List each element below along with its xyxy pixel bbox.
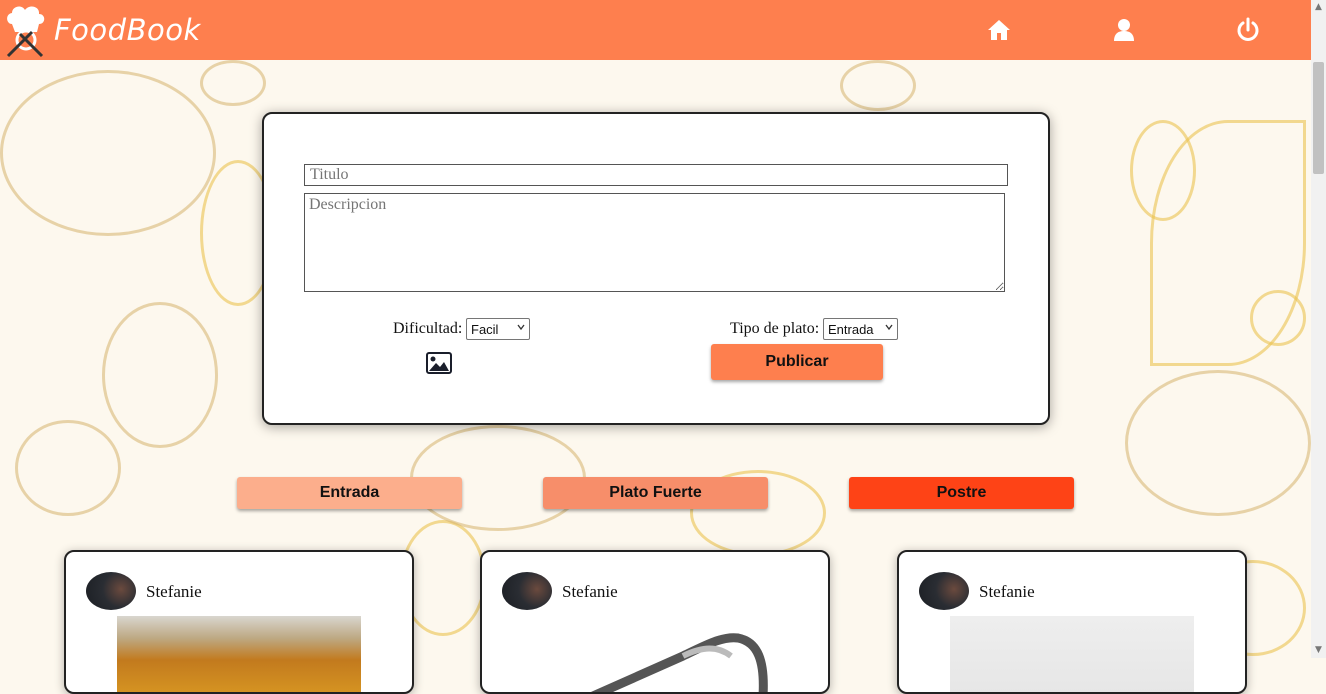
new-post-form: Dificultad: Facil Tipo de plato: Entrada…	[262, 112, 1050, 425]
avatar[interactable]	[502, 572, 552, 610]
post-card[interactable]: Stefanie	[480, 550, 830, 694]
publish-button[interactable]: Publicar	[711, 344, 883, 380]
description-textarea[interactable]	[304, 193, 1005, 292]
dish-type-select[interactable]: Entrada	[823, 318, 898, 340]
post-author[interactable]: Stefanie	[979, 582, 1035, 602]
scroll-up-arrow-icon[interactable]: ▲	[1311, 0, 1326, 15]
page-scrollbar[interactable]: ▲ ▼	[1311, 0, 1326, 658]
top-navbar: FoodBook	[0, 0, 1311, 60]
post-image[interactable]	[117, 616, 361, 692]
post-card[interactable]: Stefanie	[64, 550, 414, 694]
filter-plato-fuerte-button[interactable]: Plato Fuerte	[543, 477, 768, 509]
image-upload-icon[interactable]	[426, 352, 452, 374]
app-name: FoodBook	[54, 13, 201, 47]
title-input[interactable]	[304, 164, 1008, 186]
avatar[interactable]	[86, 572, 136, 610]
chevron-down-icon	[885, 324, 893, 331]
post-card[interactable]: Stefanie	[897, 550, 1247, 694]
post-author[interactable]: Stefanie	[146, 582, 202, 602]
post-image[interactable]	[950, 616, 1194, 692]
post-author[interactable]: Stefanie	[562, 582, 618, 602]
scroll-down-arrow-icon[interactable]: ▼	[1311, 643, 1326, 658]
power-icon[interactable]	[1235, 17, 1261, 43]
difficulty-label: Dificultad:	[393, 320, 463, 337]
dish-type-label: Tipo de plato:	[730, 320, 820, 337]
dish-type-selected-value: Entrada	[828, 322, 874, 337]
filter-postre-button[interactable]: Postre	[849, 477, 1074, 509]
chef-hat-icon	[6, 6, 45, 58]
chevron-down-icon	[517, 324, 525, 331]
post-image[interactable]	[533, 616, 777, 694]
app-logo[interactable]: FoodBook	[0, 0, 201, 60]
avatar[interactable]	[919, 572, 969, 610]
difficulty-selected-value: Facil	[471, 322, 499, 337]
user-icon[interactable]	[1111, 17, 1137, 43]
home-icon[interactable]	[986, 17, 1012, 43]
scroll-thumb[interactable]	[1313, 62, 1324, 174]
difficulty-select[interactable]: Facil	[466, 318, 530, 340]
filter-entrada-button[interactable]: Entrada	[237, 477, 462, 509]
